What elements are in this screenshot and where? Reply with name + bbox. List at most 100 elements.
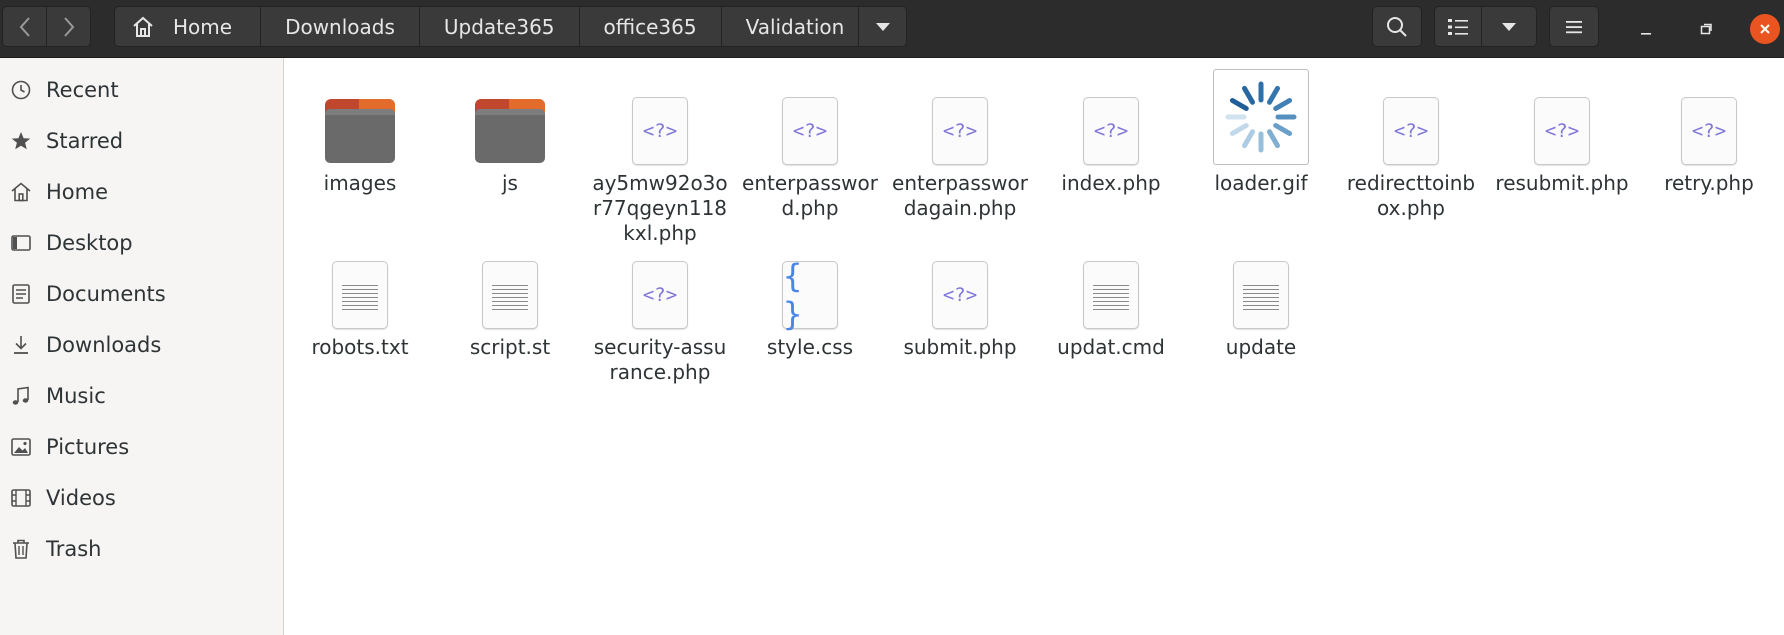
sidebar-item-label: Starred — [46, 129, 124, 153]
php-file-icon: <?> — [632, 97, 688, 165]
sidebar-item-videos[interactable]: Videos — [0, 472, 283, 524]
sidebar: Recent Starred Home Desktop Documents Do… — [0, 58, 284, 635]
file-name: enterpassword.php — [742, 171, 878, 220]
music-icon — [8, 383, 34, 409]
php-file-icon: <?> — [932, 97, 988, 165]
sidebar-item-home[interactable]: Home — [0, 166, 283, 218]
sidebar-item-documents[interactable]: Documents — [0, 268, 283, 320]
home-icon — [8, 179, 34, 205]
search-button[interactable] — [1372, 6, 1422, 47]
star-icon — [8, 128, 34, 154]
header-bar: Home Downloads Update365 office365 Valid… — [0, 0, 1784, 58]
caret-down-icon — [875, 22, 890, 31]
file-name: images — [323, 171, 397, 195]
breadcrumb-downloads[interactable]: Downloads — [261, 6, 420, 47]
main-menu-button[interactable] — [1549, 6, 1599, 47]
file-item-php[interactable]: <?> retry.php — [1634, 75, 1784, 196]
text-file-icon — [332, 261, 388, 329]
maximize-button[interactable] — [1691, 14, 1721, 44]
file-name: style.css — [766, 335, 854, 359]
file-name: script.st — [469, 335, 551, 359]
file-name: update — [1225, 335, 1297, 359]
sidebar-item-label: Recent — [46, 78, 119, 102]
file-item-php[interactable]: <?> enterpasswordagain.php — [885, 75, 1035, 221]
file-item-php[interactable]: <?> enterpassword.php — [735, 75, 885, 221]
file-name: submit.php — [903, 335, 1017, 359]
breadcrumb-label: Validation — [745, 14, 845, 39]
breadcrumb-update365[interactable]: Update365 — [419, 6, 580, 47]
file-name: security-assurance.php — [593, 335, 727, 384]
breadcrumb-home[interactable]: Home — [114, 6, 262, 47]
file-item-text[interactable]: update — [1186, 239, 1336, 360]
sidebar-item-label: Home — [46, 180, 109, 204]
breadcrumb-office365[interactable]: office365 — [579, 6, 722, 47]
file-item-js[interactable]: js — [435, 75, 585, 196]
php-file-icon: <?> — [1681, 97, 1737, 165]
php-file-icon: <?> — [632, 261, 688, 329]
file-name: js — [502, 171, 518, 195]
spinner-image-icon — [1213, 69, 1309, 165]
minimize-button[interactable] — [1631, 14, 1661, 44]
trash-icon — [8, 536, 34, 562]
path-menu-button[interactable] — [859, 6, 908, 47]
file-view: images js <?> ay5mw92o3or77qgeyn118kxl.p… — [285, 58, 1784, 635]
hamburger-icon — [1566, 20, 1582, 33]
close-icon — [1760, 24, 1770, 34]
forward-button[interactable] — [47, 6, 91, 47]
sidebar-item-label: Videos — [46, 486, 116, 510]
folder-icon — [475, 99, 545, 163]
breadcrumb: Home Downloads Update365 office365 Valid… — [114, 6, 908, 47]
home-icon — [133, 16, 153, 37]
file-item-php[interactable]: <?> security-assurance.php — [585, 239, 735, 385]
sidebar-item-desktop[interactable]: Desktop — [0, 217, 283, 269]
clock-icon — [8, 77, 34, 103]
sidebar-item-label: Documents — [46, 282, 166, 306]
breadcrumb-label: Home — [173, 14, 233, 39]
sidebar-item-recent[interactable]: Recent — [0, 64, 283, 116]
file-name: loader.gif — [1214, 171, 1308, 195]
text-file-icon — [1233, 261, 1289, 329]
minimize-icon — [1641, 33, 1651, 35]
close-button[interactable] — [1750, 14, 1780, 44]
sidebar-item-starred[interactable]: Starred — [0, 115, 283, 167]
sidebar-item-label: Music — [46, 384, 106, 408]
file-name: retry.php — [1664, 171, 1754, 195]
file-item-gif[interactable]: loader.gif — [1186, 69, 1336, 196]
search-icon — [1387, 16, 1407, 37]
list-view-button[interactable] — [1434, 6, 1482, 47]
breadcrumb-validation[interactable]: Validation — [721, 6, 860, 47]
sidebar-item-pictures[interactable]: Pictures — [0, 421, 283, 473]
css-file-icon: { } — [782, 257, 838, 333]
file-item-text[interactable]: script.st — [435, 239, 585, 360]
list-view-icon — [1448, 18, 1468, 35]
sidebar-item-downloads[interactable]: Downloads — [0, 319, 283, 371]
sidebar-item-label: Pictures — [46, 435, 130, 459]
file-item-css[interactable]: { } style.css — [735, 239, 885, 360]
back-button[interactable] — [2, 6, 47, 47]
document-icon — [8, 281, 34, 307]
php-file-icon: <?> — [1534, 97, 1590, 165]
file-item-php[interactable]: <?> redirecttoinbox.php — [1336, 75, 1486, 221]
file-name: redirecttoinbox.php — [1346, 171, 1476, 220]
file-item-php[interactable]: <?> resubmit.php — [1487, 75, 1637, 196]
text-file-icon — [482, 261, 538, 329]
file-item-text[interactable]: robots.txt — [285, 239, 435, 360]
sidebar-item-music[interactable]: Music — [0, 370, 283, 422]
php-file-icon: <?> — [932, 261, 988, 329]
video-icon — [8, 485, 34, 511]
file-item-images[interactable]: images — [285, 75, 435, 196]
file-item-php[interactable]: <?> submit.php — [885, 239, 1035, 360]
view-options-button[interactable] — [1482, 6, 1537, 47]
caret-down-icon — [1502, 22, 1516, 31]
breadcrumb-label: Update365 — [443, 14, 555, 39]
picture-icon — [8, 434, 34, 460]
file-item-php[interactable]: <?> index.php — [1036, 75, 1186, 196]
sidebar-item-label: Downloads — [46, 333, 162, 357]
file-name: index.php — [1061, 171, 1161, 195]
sidebar-item-trash[interactable]: Trash — [0, 523, 283, 575]
file-item-text[interactable]: updat.cmd — [1036, 239, 1186, 360]
download-icon — [8, 332, 34, 358]
breadcrumb-label: office365 — [603, 14, 697, 39]
file-item-php[interactable]: <?> ay5mw92o3or77qgeyn118kxl.php — [585, 75, 735, 246]
file-name: resubmit.php — [1495, 171, 1629, 195]
